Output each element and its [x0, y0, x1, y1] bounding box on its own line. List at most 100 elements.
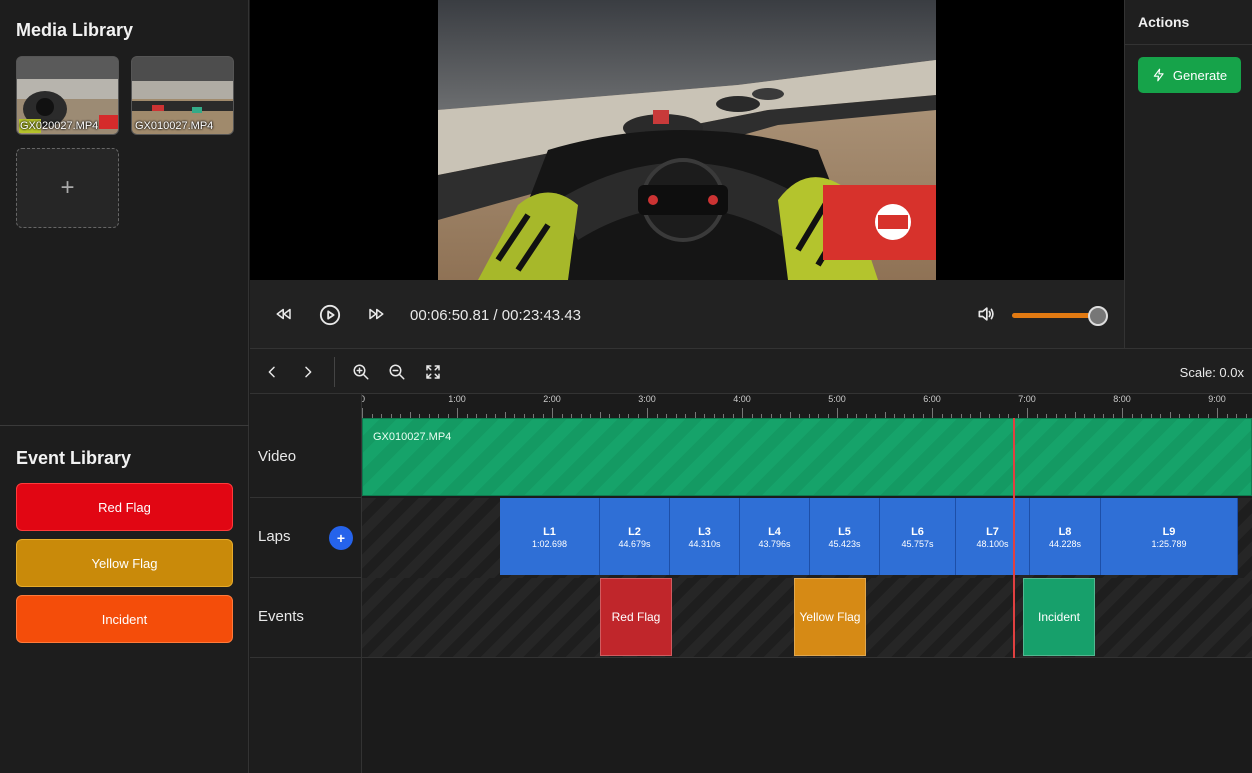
play-circle-icon — [319, 304, 341, 326]
media-item-label: GX020027.MP4 — [20, 120, 99, 132]
lap-name: L4 — [768, 526, 781, 538]
track-labels: Video Laps + Events — [250, 394, 362, 773]
volume-button[interactable] — [976, 304, 996, 324]
event-block-incident[interactable]: Incident — [1023, 578, 1095, 656]
generate-label: Generate — [1172, 67, 1228, 83]
timeline-area[interactable]: 0 1:00 2:00 3:00 4:00 5:00 6:00 7:00 8:00 9:00 GX… — [362, 394, 1252, 773]
event-red-flag-button[interactable]: Red Flag — [16, 483, 233, 531]
actions-header: Actions — [1125, 0, 1252, 45]
lap-time: 44.679s — [618, 539, 651, 549]
lap-name: L5 — [838, 526, 851, 538]
event-library-title: Event Library — [16, 448, 132, 468]
lap-name: L7 — [986, 526, 999, 538]
event-yellow-flag-button[interactable]: Yellow Flag — [16, 539, 233, 587]
lap-block-l6[interactable]: L6 45.757s — [880, 498, 956, 575]
ruler-tick — [362, 408, 363, 418]
fit-to-screen-button[interactable] — [423, 362, 443, 382]
ruler-tick — [647, 408, 648, 418]
add-media-button[interactable]: + — [16, 148, 119, 228]
video-frame — [438, 0, 936, 280]
lap-time: 44.310s — [688, 539, 721, 549]
event-block-yellow-flag[interactable]: Yellow Flag — [794, 578, 866, 656]
lightning-icon — [1153, 68, 1164, 82]
fast-forward-icon — [369, 308, 384, 320]
zoom-in-icon — [353, 364, 369, 380]
media-library-panel: Media Library GX020027.MP4 GX010027.MP4 … — [0, 0, 249, 426]
playhead[interactable] — [1013, 418, 1015, 658]
ruler-tick — [742, 408, 743, 418]
current-time: 00:06:50.81 — [410, 307, 490, 324]
lap-time: 44.228s — [1048, 539, 1082, 549]
lap-time: 43.796s — [758, 539, 791, 549]
lap-block-l9[interactable]: L9 1:25.789 — [1101, 498, 1238, 575]
actions-title: Actions — [1138, 14, 1190, 30]
ruler-label: 2:00 — [543, 394, 561, 404]
toolbar-divider — [334, 357, 335, 387]
lap-block-l7[interactable]: L7 48.100s — [956, 498, 1030, 575]
generate-button[interactable]: Generate — [1138, 57, 1241, 93]
play-button[interactable] — [319, 304, 341, 326]
track-label-events: Events — [250, 578, 362, 658]
player-controls: 00:06:50.81 / 00:23:43.43 — [250, 280, 1124, 348]
left-sidebar: Media Library GX020027.MP4 GX010027.MP4 … — [0, 0, 249, 773]
ruler-label: 3:00 — [638, 394, 656, 404]
timeline-prev-button[interactable] — [262, 362, 282, 382]
lap-block-l1[interactable]: L1 1:02.698 — [500, 498, 600, 575]
ruler-label: 1:00 — [448, 394, 466, 404]
lap-name: L1 — [543, 526, 556, 538]
ruler-tick — [1122, 408, 1123, 418]
ruler-tick — [457, 408, 458, 418]
media-item-label: GX010027.MP4 — [135, 120, 214, 132]
lap-block-l3[interactable]: L3 44.310s — [670, 498, 740, 575]
rewind-button[interactable] — [274, 304, 294, 324]
volume-icon — [978, 307, 994, 321]
ruler-tick — [1217, 408, 1218, 418]
video-clip[interactable]: GX010027.MP4 — [362, 418, 1252, 496]
media-item-gx020027[interactable]: GX020027.MP4 — [16, 56, 119, 135]
zoom-out-button[interactable] — [387, 362, 407, 382]
video-preview[interactable] — [250, 0, 1124, 280]
lap-block-l2[interactable]: L2 44.679s — [600, 498, 670, 575]
time-ruler[interactable]: 0 1:00 2:00 3:00 4:00 5:00 6:00 7:00 8:00 9:00 — [362, 394, 1252, 418]
ruler-tick — [1027, 408, 1028, 418]
plus-icon: + — [336, 530, 346, 546]
event-incident-button[interactable]: Incident — [16, 595, 233, 643]
track-label-text: Events — [258, 608, 304, 625]
add-lap-button[interactable]: + — [329, 526, 353, 550]
lap-time: 48.100s — [976, 539, 1009, 549]
ruler-label: 0 — [362, 394, 366, 404]
ruler-label: 8:00 — [1113, 394, 1131, 404]
lap-block-l8[interactable]: L8 44.228s — [1030, 498, 1101, 575]
timeline-toolbar: Scale: 0.0x — [250, 348, 1252, 394]
track-label-laps: Laps + — [250, 498, 362, 578]
lap-time: 45.757s — [901, 539, 934, 549]
volume-slider[interactable] — [1012, 313, 1098, 318]
lap-name: L2 — [628, 526, 641, 538]
timecode: 00:06:50.81 / 00:23:43.43 — [410, 307, 581, 324]
fast-forward-button[interactable] — [366, 304, 386, 324]
timeline-next-button[interactable] — [298, 362, 318, 382]
ruler-label: 4:00 — [733, 394, 751, 404]
lap-name: L9 — [1162, 526, 1176, 538]
ruler-label: 7:00 — [1018, 394, 1036, 404]
lap-block-l4[interactable]: L4 43.796s — [740, 498, 810, 575]
event-block-red-flag[interactable]: Red Flag — [600, 578, 672, 656]
media-library-title: Media Library — [16, 20, 134, 40]
zoom-in-button[interactable] — [351, 362, 371, 382]
ruler-label: 6:00 — [923, 394, 941, 404]
chevron-left-icon — [268, 366, 275, 378]
lap-name: L6 — [911, 526, 924, 538]
chevron-right-icon — [305, 366, 312, 378]
scale-indicator: Scale: 0.0x — [1179, 365, 1244, 380]
ruler-tick — [837, 408, 838, 418]
plus-icon: + — [60, 174, 75, 201]
media-item-gx010027[interactable]: GX010027.MP4 — [131, 56, 234, 135]
lap-block-l5[interactable]: L5 45.423s — [810, 498, 880, 575]
volume-handle[interactable] — [1088, 306, 1108, 326]
zoom-out-icon — [389, 364, 405, 380]
expand-icon — [426, 365, 440, 379]
ruler-label: 9:00 — [1208, 394, 1226, 404]
track-label-text: Video — [258, 448, 297, 465]
ruler-label: 5:00 — [828, 394, 846, 404]
lap-time: 45.423s — [828, 539, 861, 549]
